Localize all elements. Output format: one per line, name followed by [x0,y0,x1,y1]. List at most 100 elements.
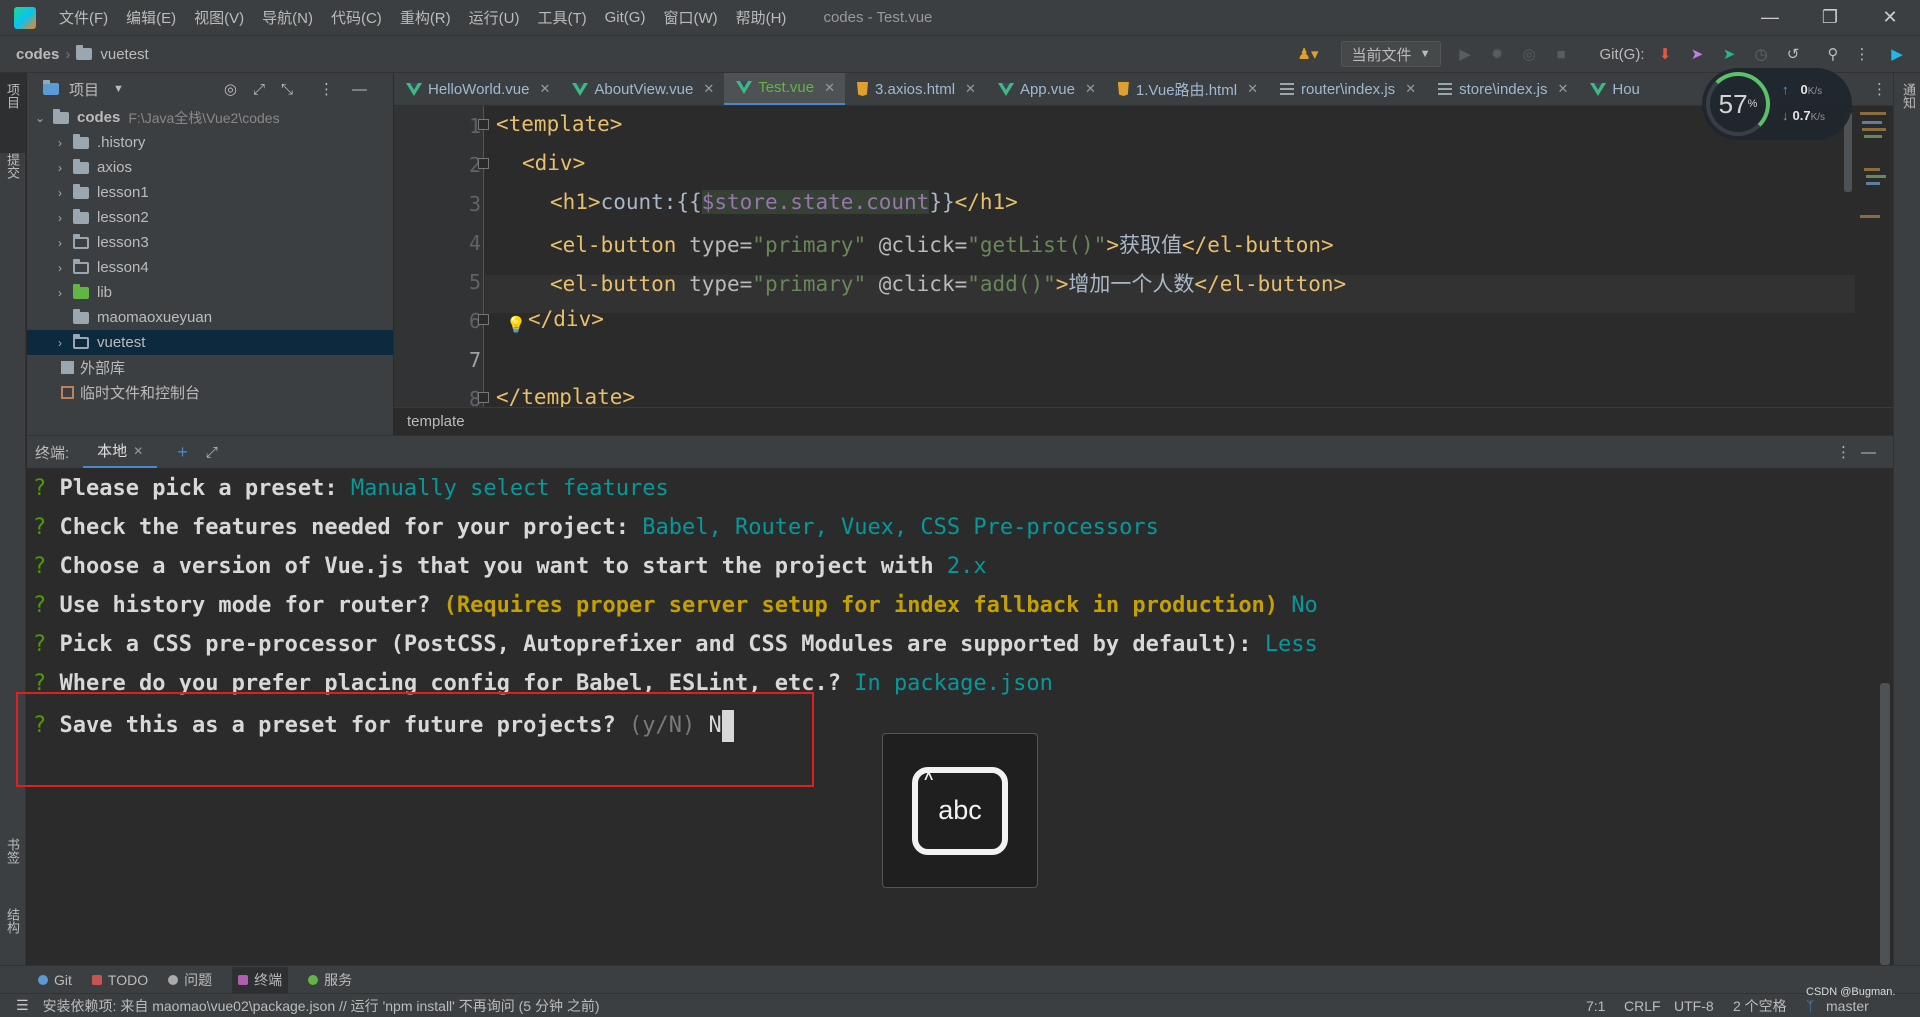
tree-item[interactable]: › lesson3 [27,230,393,255]
close-icon[interactable]: ✕ [1085,81,1096,97]
ide-logo-icon[interactable]: ▶ [1886,41,1908,67]
collapse-icon[interactable]: ⤡ [281,81,293,98]
menu-navigate[interactable]: 导航(N) [253,7,322,28]
run-icon[interactable]: ▶ [1454,41,1476,67]
rollback-icon[interactable]: ↺ [1782,41,1804,67]
tree-item[interactable]: › lesson4 [27,255,393,280]
debug-icon[interactable]: ✹ [1486,41,1508,67]
chevron-right-icon[interactable]: › [53,136,67,150]
fold-marker-icon[interactable] [478,314,489,325]
indent-setting[interactable]: 2 个空格 [1733,996,1787,1016]
git-branch[interactable]: master [1826,998,1869,1014]
layers-icon[interactable]: ☰ [16,997,29,1014]
restore-icon[interactable]: ❐ [1802,0,1858,35]
close-icon[interactable]: ✕ [1862,0,1918,35]
menu-run[interactable]: 运行(U) [460,7,529,28]
close-icon[interactable]: ✕ [539,81,550,97]
tool-todo[interactable]: TODO [91,972,148,988]
tool-bookmarks[interactable]: 书签 [3,838,22,864]
git-push-icon[interactable]: ➤ [1718,41,1740,67]
close-icon[interactable]: ✕ [1557,81,1568,97]
chevron-right-icon[interactable]: › [53,336,67,350]
tool-structure[interactable]: 结构 [3,908,22,934]
tree-item-selected[interactable]: › vuetest [27,330,393,355]
menu-refactor[interactable]: 重构(R) [391,7,460,28]
tree-item[interactable]: › lib [27,280,393,305]
tool-project[interactable]: 项目 [3,83,22,109]
tree-item[interactable]: › lesson2 [27,205,393,230]
tree-item[interactable]: maomaoxueyuan [27,305,393,330]
hide-icon[interactable]: — [352,81,367,98]
tool-commit[interactable]: 提交 [3,153,22,179]
close-icon[interactable]: ✕ [703,81,714,97]
tree-external-libs[interactable]: 外部库 [27,355,393,380]
users-icon[interactable]: ♟▾ [1288,41,1328,67]
menu-code[interactable]: 代码(C) [322,7,391,28]
chevron-down-icon[interactable]: ⌄ [33,111,47,125]
line-separator[interactable]: CRLF [1624,998,1661,1014]
chevron-right-icon[interactable]: › [53,286,67,300]
fold-marker-icon[interactable] [478,392,489,403]
tab-app[interactable]: App.vue ✕ [986,73,1106,105]
tool-services[interactable]: 服务 [308,970,352,990]
chevron-right-icon[interactable]: › [53,211,67,225]
minimize-icon[interactable]: — [1742,0,1798,35]
menu-view[interactable]: 视图(V) [185,7,253,28]
menu-git[interactable]: Git(G) [596,9,655,26]
chevron-right-icon[interactable]: › [53,186,67,200]
expand-icon[interactable]: ⤢ [253,81,265,98]
terminal-tab-local[interactable]: 本地 ✕ [83,436,158,469]
close-icon[interactable]: ✕ [133,444,143,458]
menu-tools[interactable]: 工具(T) [528,7,595,28]
file-encoding[interactable]: UTF-8 [1674,998,1714,1014]
tab-store-index[interactable]: store\index.js ✕ [1426,73,1578,105]
caret-position[interactable]: 7:1 [1586,998,1605,1014]
tree-item[interactable]: › axios [27,155,393,180]
tool-terminal[interactable]: 终端 [232,966,289,993]
tab-options-icon[interactable]: ⋮ [1872,80,1887,98]
tab-helloworld[interactable]: HelloWorld.vue ✕ [394,73,560,105]
tree-scratches[interactable]: 临时文件和控制台 [27,380,393,405]
chevron-right-icon[interactable]: › [53,161,67,175]
tab-axios-html[interactable]: 3.axios.html ✕ [845,73,986,105]
tab-aboutview[interactable]: AboutView.vue ✕ [560,73,724,105]
fold-marker-icon[interactable] [478,158,489,169]
locate-icon[interactable]: ◎ [224,80,237,98]
stop-icon[interactable]: ■ [1550,41,1572,67]
chevron-right-icon[interactable]: › [53,261,67,275]
tree-item[interactable]: › lesson1 [27,180,393,205]
tab-home[interactable]: Hou [1578,73,1650,105]
close-icon[interactable]: ✕ [1405,81,1416,97]
git-update-icon[interactable]: ⬇ [1654,41,1676,67]
hide-icon[interactable]: — [1861,444,1876,461]
project-panel-title[interactable]: 项目 [69,79,99,100]
git-commit-icon[interactable]: ➤ [1686,41,1708,67]
terminal-scrollbar[interactable] [1880,683,1890,965]
tab-test[interactable]: Test.vue ✕ [724,73,845,105]
menu-window[interactable]: 窗口(W) [654,7,726,28]
tab-router-html[interactable]: 1.Vue路由.html ✕ [1106,73,1268,105]
lightbulb-icon[interactable]: 💡 [506,315,526,335]
tree-item[interactable]: › .history [27,130,393,155]
menu-file[interactable]: 文件(F) [50,7,117,28]
tool-problems[interactable]: 问题 [168,970,212,990]
coverage-icon[interactable]: ◎ [1518,41,1540,67]
breadcrumb-folder[interactable]: vuetest [100,46,148,63]
status-message[interactable]: 安装依赖项: 来自 maomao\vue02\package.json // 运… [43,996,600,1016]
tree-root[interactable]: ⌄ codes F:\Java全栈\Vue2\codes [27,105,393,130]
more-icon[interactable]: ⋮ [1854,41,1870,67]
chevron-down-icon[interactable]: ▼ [113,83,124,95]
tool-git[interactable]: Git [38,972,72,988]
close-icon[interactable]: ✕ [1247,81,1258,97]
breadcrumb-root[interactable]: codes [16,46,59,63]
chevron-right-icon[interactable]: › [53,236,67,250]
fold-marker-icon[interactable] [478,119,489,130]
menu-edit[interactable]: 编辑(E) [117,7,185,28]
tool-notifications[interactable]: 通知 [1899,83,1918,109]
options-icon[interactable]: ⋮ [319,80,334,98]
search-icon[interactable]: ⚲ [1822,41,1844,67]
add-terminal-icon[interactable]: + [177,442,188,463]
editor-breadcrumb-label[interactable]: template [407,413,465,430]
expand-icon[interactable]: ⤢ [206,444,218,461]
code-editor[interactable]: 1 2 3 4 5 6 7 8 💡 <template> <div> <h1>c… [394,106,1893,407]
